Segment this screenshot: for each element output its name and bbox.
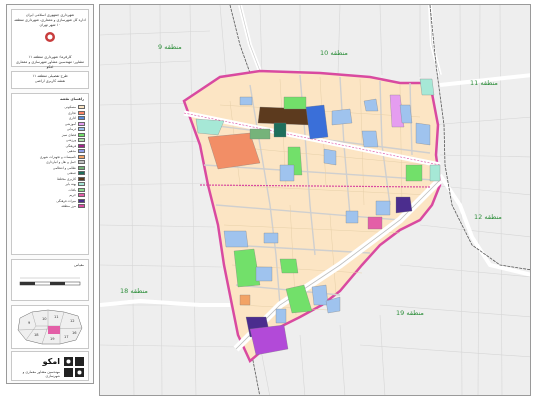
legend-swatch: [78, 116, 85, 121]
legend-item: میراث فرهنگی: [15, 198, 85, 204]
legend-item: تجاری: [15, 110, 85, 116]
legend-item-label: ورزشی: [66, 138, 76, 143]
legend-item: فضای سبز: [15, 132, 85, 138]
legend-item: فرهنگی: [15, 143, 85, 149]
district-label-10: منطقه 10: [320, 49, 348, 57]
locator-number: 17: [64, 335, 69, 339]
legend-swatch: [78, 127, 85, 132]
legend-swatch: [78, 138, 85, 143]
legend-swatch: [78, 132, 85, 137]
legend-item-label: پهنه بایر: [65, 182, 76, 187]
legend-swatch: [78, 198, 85, 203]
legend-item-label: اداری: [68, 116, 76, 121]
legend-item-label: نظامی و انتظامی: [52, 165, 76, 170]
legend-item: حریم: [15, 193, 85, 199]
legend-swatch: [78, 154, 85, 159]
locator-number: 19: [50, 337, 55, 341]
legend-panel: شهرداری جمهوری اسلامی ایران اداره کل شهر…: [6, 4, 94, 384]
legend-swatch: [78, 149, 85, 154]
legend-swatch: [78, 110, 85, 115]
legend-item: حمل و نقل و انبارداری: [15, 160, 85, 166]
district-label-18: منطقه 18: [120, 287, 148, 295]
legend-item-label: حمل و نقل و انبارداری: [46, 160, 76, 165]
legend-item-label: تاسیسات و تجهیزات شهری: [39, 154, 76, 159]
legend-item-label: مسکونی: [64, 105, 76, 110]
legend-item-label: مذهبی: [67, 149, 76, 154]
legend-item: مسکونی: [15, 105, 85, 111]
locator-map: 910 111216171819: [17, 309, 83, 345]
legend-item-label: مرز منطقه: [61, 204, 76, 209]
legend-item: ورزشی: [15, 138, 85, 144]
district-label-12: منطقه 12: [474, 213, 502, 221]
legend-item: تاسیسات و تجهیزات شهری: [15, 154, 85, 160]
legend-item-label: آموزشی: [64, 121, 76, 126]
emco-logo-icon: [64, 357, 84, 377]
district-label-19: منطقه 19: [396, 309, 424, 317]
legend-item: درمانی: [15, 127, 85, 133]
logo-block: امکو مهندسین مشاور معماری و شهرسازی: [11, 351, 89, 381]
map-canvas[interactable]: [100, 5, 531, 396]
legend-item-label: کاربری مختلط: [57, 176, 76, 181]
logo-name: امکو: [42, 357, 60, 366]
legend-swatch: [78, 182, 85, 187]
legend-item: نظامی و انتظامی: [15, 165, 85, 171]
legend-swatch: [78, 121, 85, 126]
map-title-box: طرح تفصیلی منطقه ۱۱ نقشه کاربری اراضی: [11, 71, 89, 89]
district-label-9: منطقه 9: [158, 43, 182, 51]
municipality-emblem: [45, 32, 55, 42]
district-label-11: منطقه 11: [470, 79, 498, 87]
logo-sub: مهندسین مشاور معماری و شهرسازی: [22, 370, 60, 378]
legend-item: مذهبی: [15, 149, 85, 155]
legend-item-label: باغات: [68, 187, 77, 192]
legend-swatch: [78, 160, 85, 165]
legend-item: باغات: [15, 187, 85, 193]
scale-box: مقیاس: [11, 259, 89, 301]
legend-item-label: صنعتی: [67, 171, 76, 176]
legend-item-label: میراث فرهنگی: [56, 198, 76, 203]
legend-title: راهنمای نقشه: [60, 97, 84, 101]
map-title-line2: نقشه کاربری اراضی: [34, 79, 66, 83]
locator-number: 10: [42, 317, 47, 321]
locator-number: 12: [70, 319, 75, 323]
scale-bar: [19, 277, 81, 285]
header-box: شهرداری جمهوری اسلامی ایران اداره کل شهر…: [11, 9, 89, 69]
legend-box: راهنمای نقشه مسکونی تجاری اداری آموزشی درمان…: [11, 93, 89, 255]
legend-item: پهنه بایر: [15, 182, 85, 188]
legend-item: آموزشی: [15, 121, 85, 127]
legend-item-label: فرهنگی: [65, 143, 76, 148]
legend-item-label: تجاری: [68, 110, 76, 115]
legend-swatch: [78, 143, 85, 148]
legend-swatch: [78, 105, 85, 110]
locator-number: 18: [34, 333, 39, 337]
legend-swatch: [78, 176, 85, 181]
legend-item-label: فضای سبز: [61, 132, 76, 137]
legend-item: صنعتی: [15, 171, 85, 177]
locator-number: 11: [54, 315, 59, 319]
legend-list: مسکونی تجاری اداری آموزشی درمانی فضای سبز ورزش…: [12, 105, 88, 210]
land-use-map[interactable]: منطقه 9 منطقه 10 منطقه 11 منطقه 12 منطقه…: [99, 4, 531, 396]
legend-swatch: [78, 193, 85, 198]
legend-item: مرز منطقه: [15, 204, 85, 210]
legend-item: اداری: [15, 116, 85, 122]
legend-swatch: [78, 165, 85, 170]
legend-swatch: [78, 171, 85, 176]
legend-item: کاربری مختلط: [15, 176, 85, 182]
legend-swatch: [78, 204, 85, 209]
legend-item-label: درمانی: [66, 127, 76, 132]
legend-swatch: [78, 187, 85, 192]
locator-number: 16: [72, 331, 77, 335]
legend-item-label: حریم: [69, 193, 76, 198]
consultant-line: مشاور: مهندسین مشاور شهرسازی و معماری ام…: [15, 60, 85, 69]
header-line2: اداره کل شهرسازی و معماری، شهرداری منطقه…: [14, 18, 86, 27]
locator-box: 9 10 11 12 16 17 18 19: [11, 305, 89, 349]
